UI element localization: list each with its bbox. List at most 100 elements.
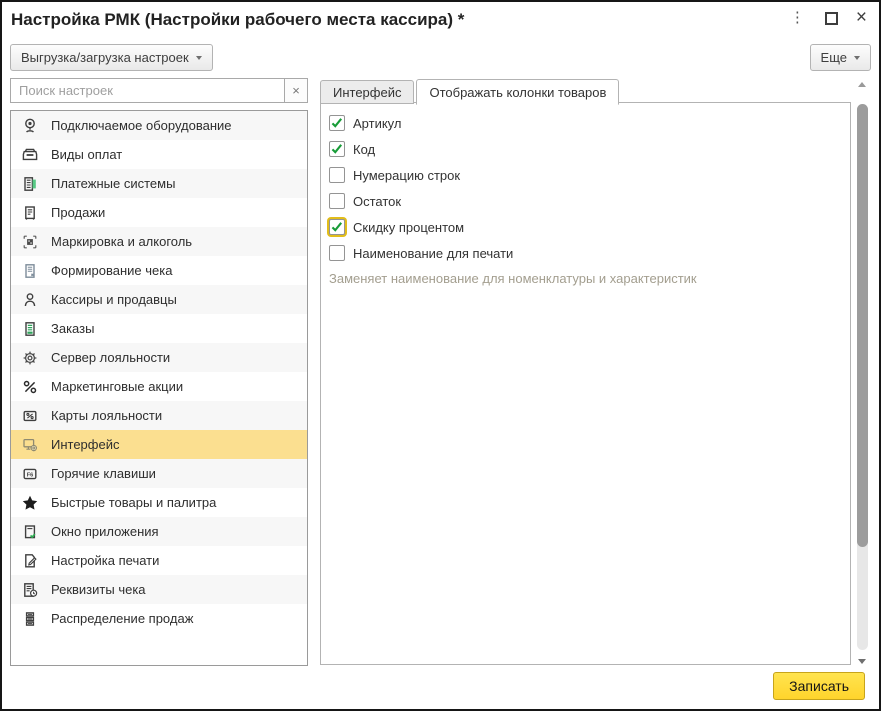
clear-icon: × (292, 83, 300, 98)
scroll-up-icon[interactable] (858, 82, 866, 87)
sidebar-item-hotkey[interactable]: F6 Горячие клавиши (11, 459, 307, 488)
sidebar-item-label: Горячие клавиши (51, 466, 156, 481)
scrollbar-thumb[interactable] (857, 104, 868, 547)
window-title: Настройка РМК (Настройки рабочего места … (11, 10, 464, 30)
checkbox-label: Артикул (353, 116, 401, 131)
sidebar-item-receipt[interactable]: Продажи (11, 198, 307, 227)
checkbox-label: Наименование для печати (353, 246, 513, 261)
rmk-settings-window: Настройка РМК (Настройки рабочего места … (0, 0, 881, 711)
dropdown-caret-icon (854, 56, 860, 60)
sidebar-item-label: Карты лояльности (51, 408, 162, 423)
panel-scrollbar[interactable] (854, 80, 871, 664)
checkbox[interactable] (329, 141, 345, 157)
sidebar-item-cash-drawer[interactable]: Виды оплат (11, 140, 307, 169)
export-import-settings-button[interactable]: Выгрузка/загрузка настроек (10, 44, 213, 71)
checkbox-row[interactable]: Наименование для печати (329, 240, 850, 266)
svg-text:F6: F6 (27, 472, 34, 478)
discount-card-icon (20, 406, 40, 426)
sidebar-item-app-window[interactable]: Окно приложения (11, 517, 307, 546)
sidebar-item-label: Интерфейс (51, 437, 119, 452)
checkbox-row[interactable]: Артикул (329, 110, 850, 136)
checkbox[interactable] (329, 115, 345, 131)
person-icon (20, 290, 40, 310)
sidebar-item-check-form[interactable]: Формирование чека (11, 256, 307, 285)
star-icon (20, 493, 40, 513)
sidebar-item-percent[interactable]: Маркетинговые акции (11, 372, 307, 401)
sidebar-item-receipt-details[interactable]: Реквизиты чека (11, 575, 307, 604)
tab-1[interactable]: Отображать колонки товаров (416, 79, 619, 105)
checkbox-row[interactable]: Остаток (329, 188, 850, 214)
checkbox[interactable] (329, 193, 345, 209)
maximize-icon[interactable] (825, 12, 838, 25)
sidebar-item-label: Окно приложения (51, 524, 159, 539)
checkbox[interactable] (329, 219, 345, 235)
sidebar-item-label: Виды оплат (51, 147, 122, 162)
checkbox[interactable] (329, 167, 345, 183)
sidebar-item-interface-gear[interactable]: Интерфейс (11, 430, 307, 459)
checkbox[interactable] (329, 245, 345, 261)
webcam-icon (20, 116, 40, 136)
sidebar-item-sales-distribution[interactable]: Распределение продаж (11, 604, 307, 633)
dropdown-caret-icon (196, 56, 202, 60)
sidebar-item-label: Распределение продаж (51, 611, 193, 626)
sidebar-item-order-list[interactable]: Заказы (11, 314, 307, 343)
window-menu-icon[interactable]: ⋮ (786, 8, 809, 27)
sidebar-item-label: Продажи (51, 205, 105, 220)
checkbox-row[interactable]: Нумерацию строк (329, 162, 850, 188)
sidebar-item-webcam[interactable]: Подключаемое оборудование (11, 111, 307, 140)
sidebar-item-label: Кассиры и продавцы (51, 292, 177, 307)
export-import-settings-label: Выгрузка/загрузка настроек (21, 50, 189, 65)
more-button[interactable]: Еще (810, 44, 871, 71)
checkbox-label: Нумерацию строк (353, 168, 460, 183)
sidebar-item-label: Быстрые товары и палитра (51, 495, 216, 510)
tab-0[interactable]: Интерфейс (320, 80, 414, 104)
search-input[interactable] (11, 79, 284, 102)
hotkey-icon: F6 (20, 464, 40, 484)
interface-gear-icon (20, 435, 40, 455)
receipt-icon (20, 203, 40, 223)
checkbox-row[interactable]: Скидку процентом (329, 214, 850, 240)
window-controls: ⋮ × (786, 8, 869, 27)
qr-scan-icon (20, 232, 40, 252)
sidebar-item-payment-terminal[interactable]: Платежные системы (11, 169, 307, 198)
sidebar-item-label: Сервер лояльности (51, 350, 170, 365)
payment-terminal-icon (20, 174, 40, 194)
sidebar-item-qr-scan[interactable]: Маркировка и алкоголь (11, 227, 307, 256)
sidebar-item-label: Настройка печати (51, 553, 159, 568)
sales-distribution-icon (20, 609, 40, 629)
settings-search: × (10, 78, 308, 103)
sidebar-item-label: Подключаемое оборудование (51, 118, 232, 133)
checkbox-list: Артикул Код Нумерацию строк Остаток Скид… (321, 103, 850, 266)
sidebar-item-gear[interactable]: Сервер лояльности (11, 343, 307, 372)
search-clear-button[interactable]: × (284, 79, 307, 102)
print-settings-icon (20, 551, 40, 571)
sidebar-item-label: Маркетинговые акции (51, 379, 183, 394)
close-icon[interactable]: × (854, 8, 869, 27)
print-name-hint: Заменяет наименование для номенклатуры и… (329, 271, 850, 286)
receipt-details-icon (20, 580, 40, 600)
check-form-icon (20, 261, 40, 281)
sidebar-item-print-settings[interactable]: Настройка печати (11, 546, 307, 575)
product-columns-panel: Артикул Код Нумерацию строк Остаток Скид… (320, 102, 851, 665)
sidebar-item-star[interactable]: Быстрые товары и палитра (11, 488, 307, 517)
sidebar-item-person[interactable]: Кассиры и продавцы (11, 285, 307, 314)
sidebar-item-discount-card[interactable]: Карты лояльности (11, 401, 307, 430)
panel-tabs: ИнтерфейсОтображать колонки товаров (320, 78, 621, 104)
settings-sections-list: Подключаемое оборудование Виды оплат Пла… (10, 110, 308, 666)
gear-icon (20, 348, 40, 368)
sidebar-item-label: Реквизиты чека (51, 582, 146, 597)
more-button-label: Еще (821, 50, 847, 65)
order-list-icon (20, 319, 40, 339)
sidebar-item-label: Платежные системы (51, 176, 175, 191)
checkbox-label: Скидку процентом (353, 220, 464, 235)
checkbox-label: Код (353, 142, 375, 157)
save-button[interactable]: Записать (773, 672, 865, 700)
checkbox-row[interactable]: Код (329, 136, 850, 162)
sidebar-item-label: Заказы (51, 321, 94, 336)
percent-icon (20, 377, 40, 397)
cash-drawer-icon (20, 145, 40, 165)
checkbox-label: Остаток (353, 194, 401, 209)
sidebar-item-label: Формирование чека (51, 263, 172, 278)
sidebar-item-label: Маркировка и алкоголь (51, 234, 192, 249)
scroll-down-icon[interactable] (858, 659, 866, 664)
